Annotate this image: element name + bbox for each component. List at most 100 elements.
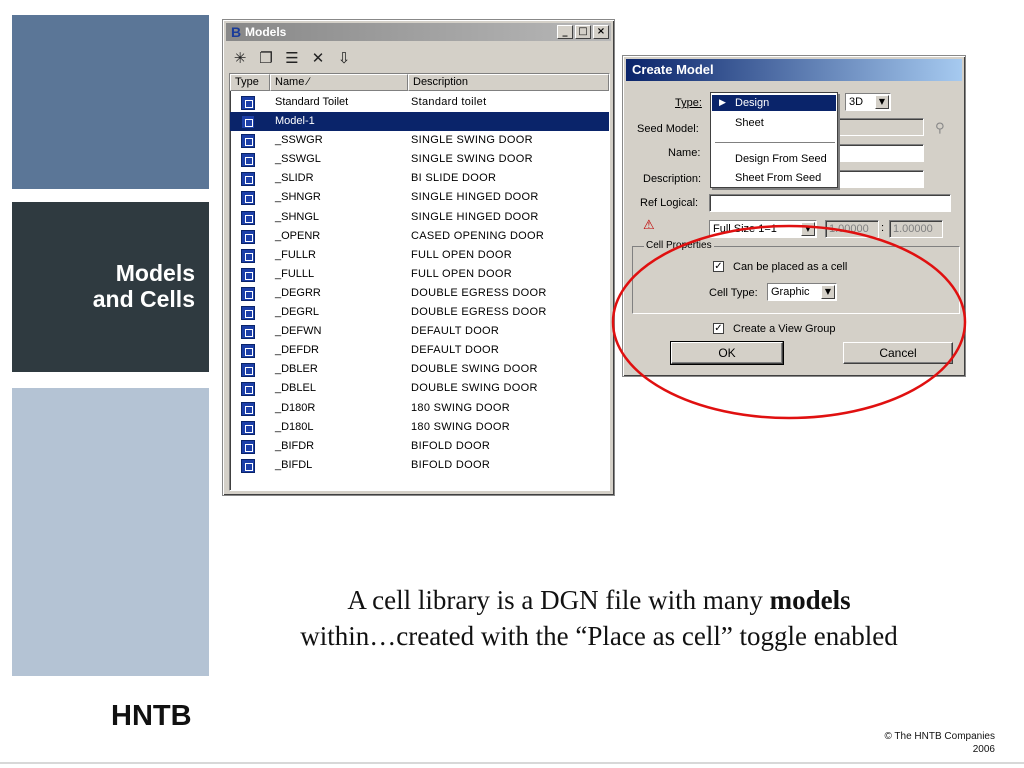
caption-text-bold: models <box>769 585 851 615</box>
table-row[interactable]: _D180R 180 SWING DOOR <box>230 399 609 418</box>
chevron-down-icon: ▼ <box>801 222 815 236</box>
column-header-type[interactable]: Type <box>230 74 270 91</box>
column-header-name[interactable]: Name ∕ <box>270 74 408 91</box>
slide-title: Models and Cells <box>93 260 195 312</box>
model-name: _BIFDL <box>275 458 313 471</box>
table-row[interactable]: _DEGRL DOUBLE EGRESS DOOR <box>230 303 609 322</box>
table-row[interactable]: Model-1 <box>230 112 609 132</box>
model-description: CASED OPENING DOOR <box>411 229 545 242</box>
table-row[interactable]: _SHNGL SINGLE HINGED DOOR <box>230 208 609 227</box>
model-description: BI SLIDE DOOR <box>411 172 497 185</box>
table-row[interactable]: _DEGRR DOUBLE EGRESS DOOR <box>230 284 609 303</box>
model-name: _DBLER <box>275 363 318 376</box>
scale-num1-field[interactable]: 1.00000 <box>825 220 879 238</box>
menu-item-sheet-from-seed[interactable]: Sheet From Seed <box>712 170 836 186</box>
table-row[interactable]: _DEFDR DEFAULT DOOR <box>230 341 609 360</box>
model-name: _OPENR <box>275 229 321 242</box>
model-type-icon <box>241 439 255 454</box>
model-description: SINGLE HINGED DOOR <box>411 191 539 204</box>
column-header-description[interactable]: Description <box>408 74 609 91</box>
bottom-rule <box>0 762 1024 764</box>
model-type-icon <box>241 286 255 301</box>
table-row[interactable]: _DEFWN DEFAULT DOOR <box>230 322 609 341</box>
table-row[interactable]: _DBLEL DOUBLE SWING DOOR <box>230 379 609 398</box>
model-description: BIFOLD DOOR <box>411 439 491 452</box>
menu-item-design-label: Design <box>735 97 770 109</box>
ref-logical-field[interactable] <box>709 194 951 212</box>
ok-button[interactable]: OK <box>670 341 784 365</box>
model-name: _D180L <box>275 420 314 433</box>
models-toolbar: ✳ ❐ ☰ ✕ ⇩ <box>229 46 355 70</box>
model-name: Standard Toilet <box>275 96 349 108</box>
minimize-button[interactable]: _ <box>557 25 573 39</box>
table-row[interactable]: _BIFDL BIFOLD DOOR <box>230 456 609 475</box>
model-name: _DEGRL <box>275 306 320 319</box>
properties-icon[interactable]: ☰ <box>281 47 303 69</box>
model-type-icon <box>241 248 255 263</box>
delete-icon[interactable]: ✕ <box>307 47 329 69</box>
table-row[interactable]: Standard Toilet Standard toilet <box>230 93 609 112</box>
model-type-icon <box>241 363 255 378</box>
can-be-placed-label: Can be placed as a cell <box>733 261 848 273</box>
model-type-icon <box>241 96 255 110</box>
copyright-line2: 2006 <box>972 744 995 755</box>
menu-item-sheet[interactable]: Sheet <box>712 115 836 131</box>
model-type-icon <box>241 134 255 149</box>
view-group-checkbox[interactable]: ✓ <box>713 323 724 334</box>
create-model-titlebar[interactable]: Create Model <box>626 59 962 81</box>
scale-num2-field[interactable]: 1.00000 <box>889 220 943 238</box>
cancel-button[interactable]: Cancel <box>843 342 953 364</box>
model-type-icon <box>241 229 255 244</box>
dimension-select[interactable]: 3D ▼ <box>845 93 891 111</box>
table-row[interactable]: _FULLL FULL OPEN DOOR <box>230 265 609 284</box>
model-description: BIFOLD DOOR <box>411 458 491 471</box>
triangle-right-icon: ▶ <box>719 98 726 108</box>
model-type-icon <box>241 401 255 416</box>
model-description: DEFAULT DOOR <box>411 325 500 338</box>
slide-caption: A cell library is a DGN file with many m… <box>214 582 984 654</box>
table-row[interactable]: _BIFDR BIFOLD DOOR <box>230 437 609 456</box>
model-name: _DEFDR <box>275 344 320 357</box>
can-be-placed-checkbox[interactable]: ✓ <box>713 261 724 272</box>
model-name: _D180R <box>275 401 316 414</box>
model-type-icon <box>241 115 255 130</box>
description-label: Description: <box>643 173 702 185</box>
maximize-button[interactable]: □ <box>575 25 591 39</box>
models-window-titlebar[interactable]: B Models _ □ × <box>226 23 611 41</box>
model-name: _SHNGR <box>275 191 321 204</box>
close-button[interactable]: × <box>593 25 609 39</box>
models-list[interactable]: Type Name ∕ Description Standard Toilet S… <box>229 73 610 491</box>
menu-item-design-from-seed[interactable]: Design From Seed <box>712 151 836 167</box>
table-row[interactable]: _D180L 180 SWING DOOR <box>230 418 609 437</box>
list-rows: Standard Toilet Standard toilet Model-1 _SS… <box>230 93 609 475</box>
table-row[interactable]: _SSWGR SINGLE SWING DOOR <box>230 131 609 150</box>
model-description: SINGLE HINGED DOOR <box>411 210 539 223</box>
new-model-icon[interactable]: ✳ <box>229 47 251 69</box>
chevron-down-icon: ▼ <box>821 285 835 299</box>
menu-item-design[interactable]: ▶ Design <box>712 95 836 111</box>
name-field[interactable] <box>838 144 924 162</box>
table-row[interactable]: _SSWGL SINGLE SWING DOOR <box>230 150 609 169</box>
cell-properties-group <box>632 246 960 314</box>
table-row[interactable]: _DBLER DOUBLE SWING DOOR <box>230 360 609 379</box>
scale-value: Full Size 1=1 <box>713 223 777 235</box>
description-field[interactable] <box>838 170 924 188</box>
caption-text-post: within…created with the “Place as cell” … <box>300 621 898 651</box>
model-type-icon <box>241 172 255 187</box>
copy-model-icon[interactable]: ❐ <box>255 47 277 69</box>
table-row[interactable]: _OPENR CASED OPENING DOOR <box>230 227 609 246</box>
table-row[interactable]: _FULLR FULL OPEN DOOR <box>230 246 609 265</box>
type-dropdown-menu: ▶ Design Sheet Design From Seed Sheet Fr… <box>710 92 838 188</box>
seed-model-field[interactable] <box>838 118 924 136</box>
cell-type-select[interactable]: Graphic ▼ <box>767 283 837 301</box>
table-row[interactable]: _SLIDR BI SLIDE DOOR <box>230 169 609 188</box>
model-description: DOUBLE EGRESS DOOR <box>411 306 547 319</box>
model-description: DOUBLE EGRESS DOOR <box>411 286 547 299</box>
table-row[interactable]: _SHNGR SINGLE HINGED DOOR <box>230 188 609 207</box>
model-description: FULL OPEN DOOR <box>411 248 512 261</box>
search-icon[interactable]: ⚲ <box>935 121 945 136</box>
model-name: _FULLR <box>275 248 316 261</box>
scale-select[interactable]: Full Size 1=1 ▼ <box>709 220 817 238</box>
caption-text-pre: A cell library is a DGN file with many <box>347 585 770 615</box>
import-icon[interactable]: ⇩ <box>333 47 355 69</box>
